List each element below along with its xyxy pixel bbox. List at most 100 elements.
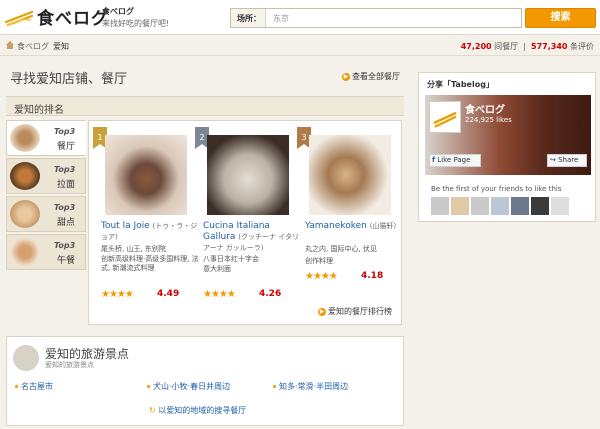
- svg-text:3: 3: [301, 133, 306, 142]
- reviews-count: 577,340: [531, 42, 568, 51]
- search-label: 场所：: [237, 14, 261, 23]
- main-content: 寻找爱知店铺、餐厅 ▶ 查看全部餐厅 爱知的排名 Top3 餐厅 Top3 拉面 …: [6, 58, 404, 428]
- rating-score: 4.18: [361, 271, 384, 281]
- reviews-label: 条评价: [570, 42, 594, 51]
- ranking-more-label: 爱知的餐厅排行榜: [328, 307, 392, 316]
- tab-label: 餐厅: [57, 142, 76, 152]
- restaurant-area: 尾头桥, 山王, 东别院: [101, 245, 166, 253]
- compass-icon: [13, 345, 39, 371]
- breadcrumb-item-aichi: 爱知: [53, 42, 69, 51]
- tab-label: 拉面: [57, 180, 76, 190]
- bullet-icon: [273, 385, 276, 388]
- breadcrumb-separator: ›: [45, 40, 49, 49]
- tour-subtitle: 爱知的旅游景点: [45, 361, 94, 369]
- arrow-right-icon: ▶: [318, 307, 326, 316]
- tabelog-page-logo-icon: [429, 101, 461, 133]
- rating-stars: ★★★★: [305, 271, 338, 282]
- tour-link[interactable]: 知多·常滑·半田周边: [273, 381, 348, 392]
- tab-top3-label: Top3: [54, 241, 76, 250]
- search-box: 场所：: [230, 8, 522, 28]
- tab-thumbnail: [10, 162, 40, 190]
- tab-restaurants[interactable]: Top3 餐厅: [6, 120, 86, 156]
- share-title: 分享「Tabelog」: [427, 80, 494, 89]
- rating-stars: ★★★★: [101, 289, 134, 300]
- bullet-icon: [15, 385, 18, 388]
- arrow-right-icon: ▶: [342, 72, 350, 81]
- ranking-header: 爱知的排名: [6, 96, 404, 116]
- bullet-icon: [147, 385, 150, 388]
- restaurants-label: 间餐厅: [494, 42, 519, 51]
- avatar[interactable]: [531, 197, 549, 215]
- ranking-title: 爱知的排名: [14, 105, 64, 116]
- area-search-link[interactable]: ↻ 以爱知的地域的搜寻餐厅: [149, 405, 246, 416]
- rating-score: 4.49: [157, 289, 180, 299]
- breadcrumb: 食べログ › 爱知 47,200 间餐厅 | 577,340 条评价: [0, 36, 600, 56]
- ranking-card[interactable]: 3 Yamanekoken (山猫轩) 丸之内, 国际中心, 伏见 创作料理 ★…: [297, 127, 399, 317]
- restaurant-name[interactable]: Yamanekoken (山猫轩): [305, 221, 405, 232]
- tab-ramen[interactable]: Top3 拉面: [6, 158, 86, 194]
- share-icon: ↪: [550, 156, 556, 164]
- like-page-button[interactable]: f Like Page: [429, 154, 481, 167]
- avatar[interactable]: [471, 197, 489, 215]
- avatar[interactable]: [451, 197, 469, 215]
- tab-top3-label: Top3: [54, 203, 76, 212]
- home-icon[interactable]: [6, 41, 14, 49]
- restaurant-genre: 创作料理: [305, 257, 333, 265]
- ranking-tabs: Top3 餐厅 Top3 拉面 Top3 甜点 Top3 午餐: [6, 120, 86, 272]
- friends-text: Be the first of your friends to like thi…: [431, 185, 562, 193]
- tab-dessert[interactable]: Top3 甜点: [6, 196, 86, 232]
- facebook-likes-count: 224,925 likes: [465, 116, 512, 124]
- avatar[interactable]: [551, 197, 569, 215]
- tab-lunch[interactable]: Top3 午餐: [6, 234, 86, 270]
- facebook-icon: f: [432, 156, 436, 164]
- tour-link[interactable]: 名古屋市: [15, 381, 53, 392]
- refresh-icon: ↻: [149, 406, 156, 415]
- friend-avatars: [431, 197, 571, 217]
- tabelog-logo-icon[interactable]: [4, 6, 34, 28]
- tab-thumbnail: [10, 238, 40, 266]
- search-input[interactable]: [265, 9, 521, 27]
- tab-top3-label: Top3: [54, 127, 76, 136]
- ranking-card[interactable]: 1 Tout la Joie (トゥ・ラ・ジョア) 尾头桥, 山王, 东别院 创…: [93, 127, 199, 317]
- rating-stars: ★★★★: [203, 289, 236, 300]
- tourist-spots-section: 爱知的旅游景点 爱知的旅游景点 名古屋市 犬山·小牧·春日井周边 知多·常滑·半…: [6, 336, 404, 426]
- tab-label: 午餐: [57, 256, 76, 266]
- ranking-card[interactable]: 2 Cucina Italiana Gallura (クッチーナ イタリアーナ …: [195, 127, 299, 317]
- tab-thumbnail: [10, 200, 40, 228]
- restaurant-genre: 意大利面: [203, 265, 231, 273]
- restaurants-count: 47,200: [460, 42, 492, 51]
- share-widget: 分享「Tabelog」 食べログ 224,925 likes f Like Pa…: [418, 72, 596, 222]
- restaurant-photo[interactable]: [105, 135, 187, 215]
- ranking-more-link[interactable]: ▶ 爱知的餐厅排行榜: [318, 306, 392, 317]
- svg-text:1: 1: [97, 133, 102, 142]
- restaurant-photo[interactable]: [207, 135, 289, 215]
- avatar[interactable]: [431, 197, 449, 215]
- site-header: 食べログ 食べログ 来找好吃的餐厅吧! 场所： 搜索: [0, 0, 600, 35]
- tab-label: 甜点: [57, 218, 76, 228]
- see-all-restaurants-link[interactable]: ▶ 查看全部餐厅: [342, 71, 400, 82]
- ranking-cards: 1 Tout la Joie (トゥ・ラ・ジョア) 尾头桥, 山王, 东别院 创…: [88, 120, 402, 325]
- share-button[interactable]: ↪ Share: [547, 154, 587, 167]
- tour-link[interactable]: 犬山·小牧·春日井周边: [147, 381, 230, 392]
- facebook-page-cover[interactable]: 食べログ 224,925 likes f Like Page ↪ Share: [425, 95, 591, 175]
- restaurant-photo[interactable]: [309, 135, 391, 215]
- restaurant-name[interactable]: Cucina Italiana Gallura (クッチーナ イタリアーナ ガッ…: [203, 221, 303, 254]
- page-title: 寻找爱知店铺、餐厅: [10, 72, 128, 87]
- restaurant-genre: 创新高级料理·高级多国料理, 法式, 新潮流式料理: [101, 255, 199, 272]
- site-name: 食べログ: [102, 7, 134, 16]
- avatar[interactable]: [491, 197, 509, 215]
- tab-thumbnail: [10, 124, 40, 152]
- search-button[interactable]: 搜索: [525, 8, 596, 28]
- logo-text[interactable]: 食べログ: [37, 4, 109, 29]
- tab-top3-label: Top3: [54, 165, 76, 174]
- restaurant-area: 丸之内, 国际中心, 伏见: [305, 245, 377, 253]
- restaurant-name[interactable]: Tout la Joie (トゥ・ラ・ジョア): [101, 221, 201, 243]
- site-stats: 47,200 间餐厅 | 577,340 条评价: [460, 42, 594, 51]
- site-tagline: 来找好吃的餐厅吧!: [102, 19, 170, 28]
- see-all-label: 查看全部餐厅: [352, 72, 400, 81]
- rating-score: 4.26: [259, 289, 282, 299]
- facebook-page-name[interactable]: 食べログ: [465, 101, 505, 116]
- svg-text:2: 2: [199, 133, 204, 142]
- restaurant-area: 八事日本红十字会: [203, 255, 259, 263]
- avatar[interactable]: [511, 197, 529, 215]
